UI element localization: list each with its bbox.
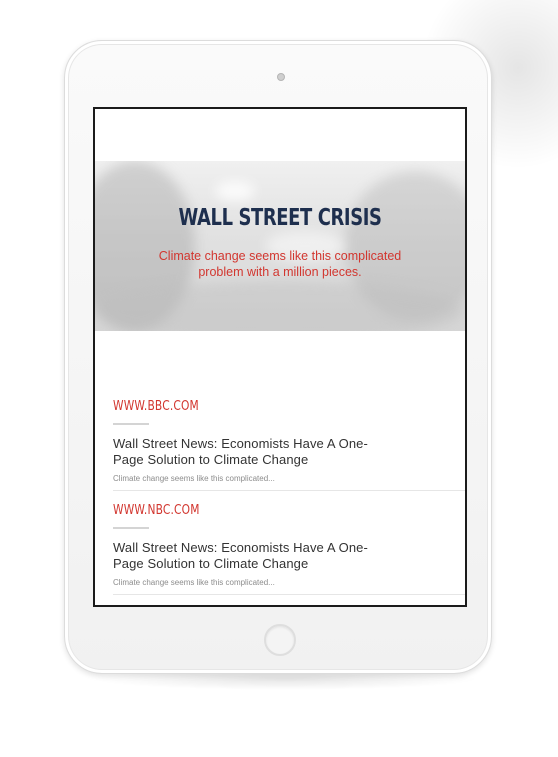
hero-subtitle: Climate change seems like this complicat… (158, 249, 402, 279)
article-item[interactable]: WWW.BBC.COM Wall Street News: Economists… (113, 399, 465, 491)
hero-title: WALL STREET CRISIS (178, 205, 382, 231)
article-headline[interactable]: Wall Street News: Economists Have A One-… (113, 436, 383, 468)
tablet-device: WALL STREET CRISIS Climate change seems … (64, 40, 492, 674)
hero-banner: WALL STREET CRISIS Climate change seems … (95, 161, 465, 331)
article-snippet: Climate change seems like this complicat… (113, 474, 275, 483)
article-divider (113, 490, 465, 491)
article-source-link[interactable]: WWW.BBC.COM (113, 399, 402, 417)
tablet-screen: WALL STREET CRISIS Climate change seems … (93, 107, 467, 607)
article-source-link[interactable]: WWW.NBC.COM (113, 503, 402, 521)
article-divider (113, 594, 465, 595)
source-underline (113, 527, 149, 529)
article-item[interactable]: WWW.NBC.COM Wall Street News: Economists… (113, 503, 465, 595)
source-underline (113, 423, 149, 425)
article-snippet: Climate change seems like this complicat… (113, 578, 275, 587)
home-button-icon[interactable] (264, 624, 296, 656)
hero-background-light (215, 181, 255, 201)
article-headline[interactable]: Wall Street News: Economists Have A One-… (113, 540, 383, 572)
camera-icon (277, 73, 285, 81)
